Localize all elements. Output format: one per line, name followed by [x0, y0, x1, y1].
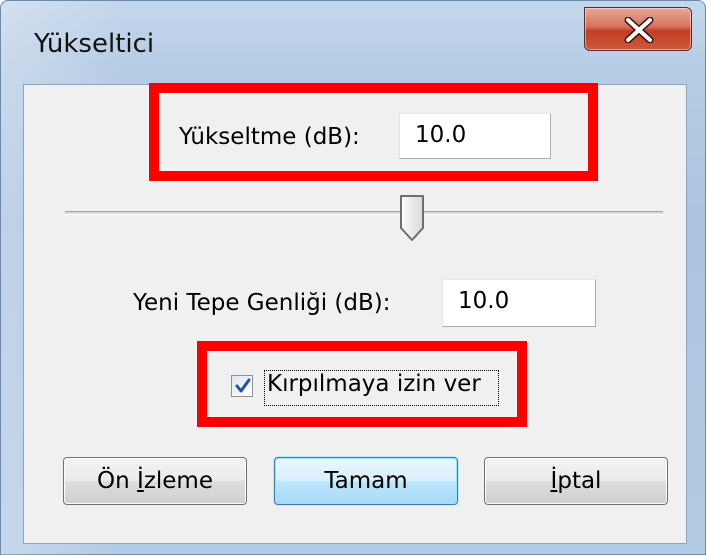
peak-input[interactable]: 10.0 [442, 279, 596, 327]
amplify-dialog: Yükseltici Yükseltme (dB): 10.0 Yeni Tep… [0, 0, 706, 556]
ok-label: Tamam [324, 468, 408, 494]
window-title: Yükseltici [34, 29, 155, 59]
close-x-icon [624, 17, 654, 43]
preview-label-accelerator: İ [137, 468, 144, 494]
peak-label: Yeni Tepe Genliği (dB): [133, 290, 391, 316]
cancel-label-suffix: ptal [557, 468, 602, 494]
gain-slider-thumb[interactable] [398, 194, 426, 246]
clipping-highlight-box [197, 341, 527, 427]
preview-button[interactable]: Ön İzleme [63, 457, 247, 505]
close-button[interactable] [584, 7, 692, 51]
preview-label-suffix: zleme [143, 468, 213, 494]
preview-label-prefix: Ön [97, 468, 138, 494]
cancel-button[interactable]: İptal [484, 457, 668, 505]
gain-slider-track[interactable] [65, 211, 663, 215]
ok-button[interactable]: Tamam [274, 457, 458, 505]
gain-highlight-box [149, 83, 598, 181]
